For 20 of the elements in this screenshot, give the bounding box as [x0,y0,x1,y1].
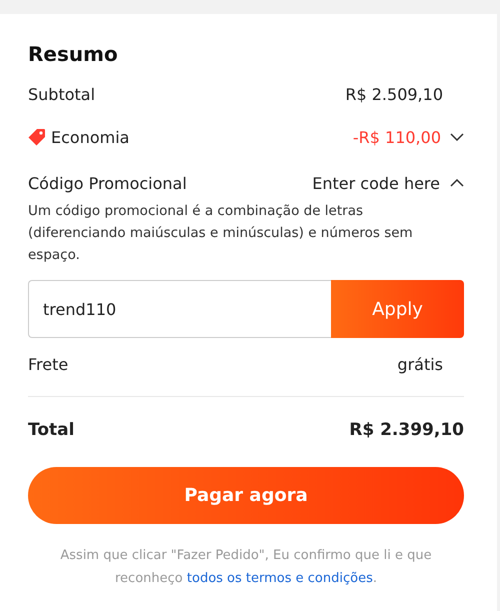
shipping-value: grátis [397,354,443,374]
terms-link[interactable]: todos os termos e condições [186,571,373,586]
summary-title: Resumo [28,41,119,68]
subtotal-label: Subtotal [28,84,96,104]
chevron-down-icon[interactable] [450,133,464,141]
terms-notice: Assim que clicar "Fazer Pedido", Eu confirmo que li e que reconheço todos os termos e condições. [59,547,433,588]
apply-button[interactable]: Apply [331,280,464,338]
promo-code-label: Código Promocional [28,174,187,192]
tag-icon [28,128,46,146]
shipping-label: Frete [28,354,68,374]
savings-value: -R$ 110,00 [352,128,441,146]
pay-now-button[interactable]: Pagar agora [28,467,464,524]
savings-label: Economia [51,128,130,146]
enter-code-toggle[interactable]: Enter code here [312,174,464,192]
chevron-up-icon[interactable] [450,179,464,187]
total-value: R$ 2.399,10 [349,420,464,440]
promo-code-description: Um código promocional é a combinação de letras (diferenciando maiúsculas e minúsculas) e números sem espaço. [28,202,414,265]
subtotal-value: R$ 2.509,10 [345,84,443,104]
promo-code-field[interactable]: trend110 [28,280,331,338]
total-label: Total [28,420,74,440]
